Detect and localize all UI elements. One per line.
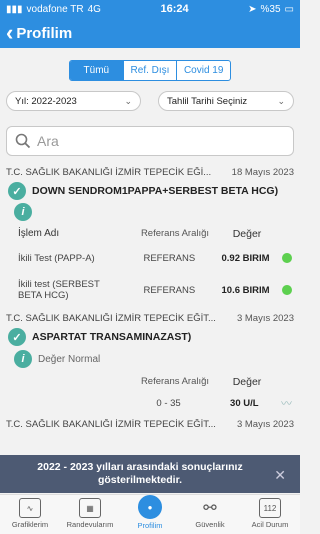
carrier-label: vodafone TR xyxy=(26,3,84,15)
table-row[interactable]: İkili Test (PAPP-A) REFERANS 0.92 BIRIM xyxy=(0,244,300,272)
date-dropdown[interactable]: Tahlil Tarihi Seçiniz ⌄ xyxy=(158,91,294,111)
tab-graphs[interactable]: ∿ Grafiklerim xyxy=(0,495,60,534)
year-dropdown[interactable]: Yıl: 2022-2023 ⌄ xyxy=(6,91,141,111)
info-icon: i xyxy=(14,350,32,368)
search-icon xyxy=(15,133,31,149)
tab-label: Güvenlik xyxy=(195,520,225,529)
info-toast: 2022 - 2023 yılları arasındaki sonuçları… xyxy=(0,455,300,493)
year-dropdown-value: Yıl: 2022-2023 xyxy=(15,95,77,107)
date-dropdown-value: Tahlil Tarihi Seçiniz xyxy=(167,95,248,107)
status-dot-icon xyxy=(282,285,293,295)
segment-covid[interactable]: Covid 19 xyxy=(177,61,230,80)
row-value: 30 U/L xyxy=(230,397,259,409)
status-dot-icon xyxy=(282,253,293,263)
col-procedure-name: İşlem Adı xyxy=(18,228,60,239)
chevron-down-icon: ⌄ xyxy=(277,95,285,106)
table-header: İşlem Adı Referans Aralığı Değer xyxy=(0,222,300,244)
result-date: 3 Mayıs 2023 xyxy=(236,419,294,430)
test-title-row[interactable]: ✓ DOWN SENDROM1PAPPA+SERBEST BETA HCG) xyxy=(0,180,300,202)
value-status: Değer Normal xyxy=(38,353,101,365)
hospital-name: T.C. SAĞLIK BAKANLIĞI İZMİR TEPECİK EĞİT… xyxy=(6,419,216,430)
link-icon: ⚯ xyxy=(203,500,217,517)
hospital-name: T.C. SAĞLIK BAKANLIĞI İZMİR TEPECİK EĞİ.… xyxy=(6,167,212,178)
result-header: T.C. SAĞLIK BAKANLIĞI İZMİR TEPECİK EĞİT… xyxy=(0,414,300,432)
row-value: 0.92 BIRIM xyxy=(221,252,270,264)
nav-bar: ‹ Profilim xyxy=(0,18,300,48)
table-header: Referans Aralığı Değer xyxy=(0,370,300,392)
battery-icon: ▭ xyxy=(284,3,294,15)
info-icon: i xyxy=(14,203,32,221)
tab-label: Acil Durum xyxy=(251,520,289,529)
info-row: i xyxy=(0,202,300,222)
tab-security[interactable]: ⚯ Güvenlik xyxy=(180,495,240,534)
test-title: ASPARTAT TRANSAMINAZAST) xyxy=(32,331,192,343)
trend-icon[interactable]: 〰 xyxy=(281,395,292,411)
col-value: Değer xyxy=(232,376,262,388)
filter-segmented-control: Tümü Ref. Dışı Covid 19 xyxy=(69,60,231,81)
signal-icon: ▮▮▮ xyxy=(6,3,23,15)
tab-label: Profilim xyxy=(137,521,163,530)
tab-bar: ∿ Grafiklerim ▦ Randevularım ● Profilim … xyxy=(0,494,300,534)
results-list: T.C. SAĞLIK BAKANLIĞI İZMİR TEPECİK EĞİ.… xyxy=(0,162,300,432)
row-name: İkili test (SERBEST BETA HCG) xyxy=(18,279,100,301)
tab-label: Randevularım xyxy=(66,520,114,529)
network-label: 4G xyxy=(87,3,101,15)
table-row[interactable]: 0 - 35 30 U/L 〰 xyxy=(0,392,300,414)
row-reference: 0 - 35 xyxy=(156,397,181,409)
row-reference: REFERANS xyxy=(143,284,196,296)
close-icon[interactable]: ✕ xyxy=(274,467,286,484)
row-value: 10.6 BIRIM xyxy=(221,284,270,296)
col-reference-range: Referans Aralığı xyxy=(140,228,210,239)
tab-label: Grafiklerim xyxy=(11,520,49,529)
chevron-down-icon: ⌄ xyxy=(124,95,132,106)
result-header: T.C. SAĞLIK BAKANLIĞI İZMİR TEPECİK EĞİT… xyxy=(0,308,300,326)
tab-appointments[interactable]: ▦ Randevularım xyxy=(60,495,120,534)
check-icon: ✓ xyxy=(8,182,26,200)
status-bar: ▮▮▮ vodafone TR 4G 16:24 ➤ %35 ▭ xyxy=(0,0,300,18)
back-button[interactable]: Profilim xyxy=(16,25,72,42)
col-reference-range: Referans Aralığı xyxy=(140,376,210,387)
test-title-row[interactable]: ✓ ASPARTAT TRANSAMINAZAST) xyxy=(0,326,300,348)
back-chevron-icon[interactable]: ‹ xyxy=(6,22,13,44)
segment-out-of-range[interactable]: Ref. Dışı xyxy=(124,61,178,80)
col-value: Değer xyxy=(232,228,262,240)
result-header: T.C. SAĞLIK BAKANLIĞI İZMİR TEPECİK EĞİ.… xyxy=(0,162,300,180)
search-placeholder: Ara xyxy=(37,133,59,149)
test-title: DOWN SENDROM1PAPPA+SERBEST BETA HCG) xyxy=(32,185,279,197)
emergency-112-icon: 112 xyxy=(259,498,281,518)
info-row: i Değer Normal xyxy=(0,348,300,370)
table-row[interactable]: İkili test (SERBEST BETA HCG) REFERANS 1… xyxy=(0,272,300,308)
hospital-name: T.C. SAĞLIK BAKANLIĞI İZMİR TEPECİK EĞİT… xyxy=(6,313,216,324)
search-input[interactable]: Ara xyxy=(6,126,294,156)
clock: 16:24 xyxy=(160,3,189,15)
location-icon: ➤ xyxy=(248,3,257,15)
result-date: 18 Mayıs 2023 xyxy=(231,167,294,178)
segment-all[interactable]: Tümü xyxy=(70,61,124,80)
result-date: 3 Mayıs 2023 xyxy=(236,313,294,324)
calendar-icon: ▦ xyxy=(79,498,101,518)
row-name: İkili Test (PAPP-A) xyxy=(18,252,95,264)
tab-profile[interactable]: ● Profilim xyxy=(120,495,180,534)
check-icon: ✓ xyxy=(8,328,26,346)
row-reference: REFERANS xyxy=(143,252,196,264)
chart-icon: ∿ xyxy=(19,498,41,518)
tab-emergency[interactable]: 112 Acil Durum xyxy=(240,495,300,534)
profile-icon: ● xyxy=(138,495,162,519)
toast-message: 2022 - 2023 yılları arasındaki sonuçları… xyxy=(37,461,243,486)
battery-label: %35 xyxy=(260,3,281,15)
